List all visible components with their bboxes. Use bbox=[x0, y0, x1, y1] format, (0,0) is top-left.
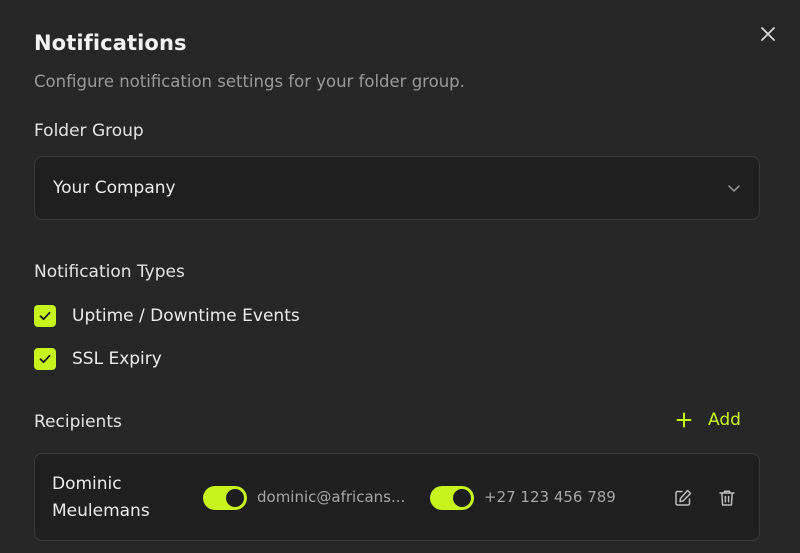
add-recipient-button[interactable]: Add bbox=[676, 410, 741, 430]
folder-group-select[interactable]: Your Company bbox=[34, 156, 760, 220]
recipient-email: dominic@africans... bbox=[257, 488, 406, 506]
modal-subtitle: Configure notification settings for your… bbox=[34, 72, 465, 91]
checkbox-box[interactable] bbox=[34, 348, 56, 370]
phone-toggle[interactable] bbox=[430, 486, 474, 510]
recipient-name: Dominic Meulemans bbox=[52, 474, 150, 521]
recipient-phone: +27 123 456 789 bbox=[484, 488, 616, 506]
checkbox-ssl-expiry[interactable]: SSL Expiry bbox=[34, 348, 162, 370]
delete-recipient-button[interactable] bbox=[715, 486, 739, 510]
folder-group-value: Your Company bbox=[53, 178, 176, 198]
email-toggle[interactable] bbox=[203, 486, 247, 510]
toggle-knob bbox=[226, 489, 244, 507]
folder-group-label: Folder Group bbox=[34, 121, 144, 141]
checkbox-uptime-downtime[interactable]: Uptime / Downtime Events bbox=[34, 305, 300, 327]
toggle-knob bbox=[453, 489, 471, 507]
close-icon bbox=[761, 27, 775, 41]
checkbox-label: SSL Expiry bbox=[72, 349, 162, 369]
notifications-modal: Notifications Configure notification set… bbox=[0, 0, 800, 553]
trash-icon bbox=[719, 490, 735, 506]
checkbox-box[interactable] bbox=[34, 305, 56, 327]
close-button[interactable] bbox=[756, 22, 780, 46]
notification-types-label: Notification Types bbox=[34, 262, 185, 282]
recipients-label: Recipients bbox=[34, 412, 122, 432]
recipient-row: Dominic Meulemans dominic@africans... +2… bbox=[34, 453, 760, 541]
check-icon bbox=[39, 311, 51, 321]
edit-icon bbox=[675, 489, 692, 506]
add-recipient-label: Add bbox=[708, 410, 741, 430]
chevron-down-icon bbox=[728, 185, 740, 192]
check-icon bbox=[39, 354, 51, 364]
edit-recipient-button[interactable] bbox=[671, 486, 695, 510]
checkbox-label: Uptime / Downtime Events bbox=[72, 306, 300, 326]
modal-title: Notifications bbox=[34, 31, 187, 55]
plus-icon bbox=[676, 412, 692, 428]
